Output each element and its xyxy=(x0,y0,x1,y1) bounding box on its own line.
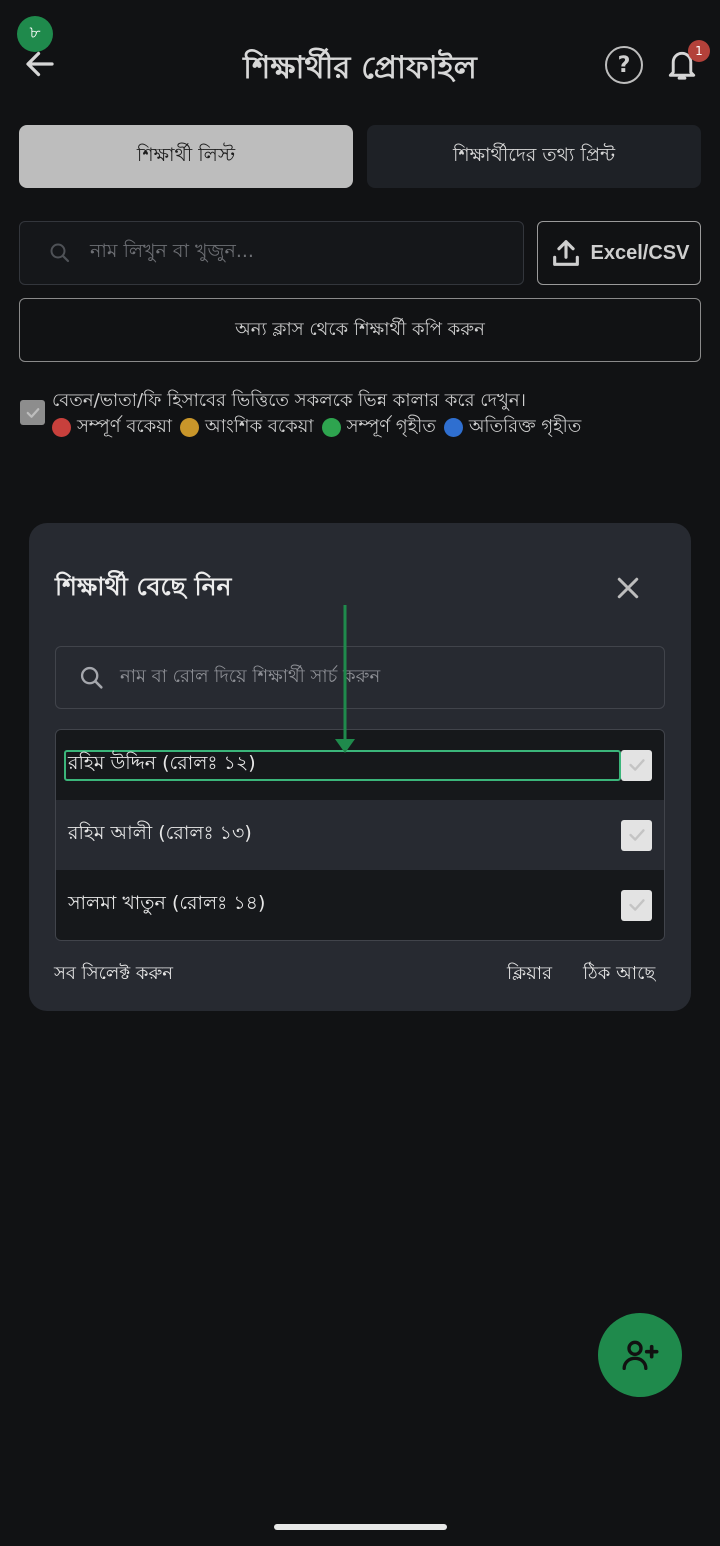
student-search-input[interactable]: নাম বা রোল দিয়ে শিক্ষার্থী সার্চ করুন xyxy=(55,646,665,709)
legend-label: অতিরিক্ত গৃহীত xyxy=(468,416,582,437)
student-name: সালমা খাতুন (রোলঃ ১৪) xyxy=(68,892,266,914)
green-dot-icon xyxy=(321,418,341,437)
ok-button[interactable]: ঠিক আছে xyxy=(583,959,655,990)
student-list: রহিম উদ্দিন (রোলঃ ১২) রহিম আলী (রোলঃ ১৩)… xyxy=(55,729,665,941)
student-name: রহিম আলী (রোলঃ ১৩) xyxy=(68,822,252,844)
upload-icon xyxy=(552,240,579,266)
check-icon xyxy=(26,407,39,418)
person-add-icon xyxy=(622,1340,659,1370)
legend-label: সম্পূর্ণ বকেয়া xyxy=(77,416,173,437)
student-checkbox[interactable] xyxy=(621,819,652,851)
tab-print-info[interactable]: শিক্ষার্থীদের তথ্য প্রিন্ট xyxy=(367,125,701,188)
close-button[interactable] xyxy=(613,573,643,603)
list-item[interactable]: রহিম উদ্দিন (রোলঃ ১২) xyxy=(56,730,664,800)
legend-label: আংশিক বকেয়া xyxy=(205,416,314,437)
yellow-dot-icon xyxy=(180,418,200,437)
select-student-dialog: শিক্ষার্থী বেছে নিন নাম বা রোল দিয়ে শিক… xyxy=(29,523,691,1011)
legend-item-extra-received: অতিরিক্ত গৃহীত xyxy=(443,412,582,443)
check-icon xyxy=(628,829,645,841)
copy-from-class-button[interactable]: অন্য ক্লাস থেকে শিক্ষার্থী কপি করুন xyxy=(19,298,701,362)
tab-student-list[interactable]: শিক্ষার্থী লিস্ট xyxy=(19,125,353,188)
upload-label: Excel/CSV xyxy=(590,241,690,264)
legend-item-full-received: সম্পূর্ণ গৃহীত xyxy=(321,412,436,443)
notification-badge: 1 xyxy=(688,40,710,62)
legend-item-partial-due: আংশিক বকেয়া xyxy=(180,412,314,443)
dialog-title: শিক্ষার্থী বেছে নিন xyxy=(55,572,232,601)
clear-button[interactable]: ক্লিয়ার xyxy=(507,959,552,990)
legend-item-full-due: সম্পূর্ণ বকেয়া xyxy=(52,412,172,443)
check-icon xyxy=(628,899,645,911)
select-all-button[interactable]: সব সিলেক্ট করুন xyxy=(54,959,173,990)
check-icon xyxy=(628,759,645,771)
help-button[interactable]: ? xyxy=(605,46,643,84)
add-student-button[interactable] xyxy=(598,1313,682,1397)
search-icon xyxy=(50,243,70,263)
legend-label: সম্পূর্ণ গৃহীত xyxy=(346,416,436,437)
list-item[interactable]: সালমা খাতুন (রোলঃ ১৪) xyxy=(56,870,664,940)
student-checkbox[interactable] xyxy=(621,889,652,921)
close-icon xyxy=(617,577,639,599)
student-checkbox[interactable] xyxy=(621,749,652,781)
upload-excel-button[interactable]: Excel/CSV xyxy=(537,221,701,285)
search-input[interactable]: নাম লিখুন বা খুজুন... xyxy=(19,221,524,285)
blue-dot-icon xyxy=(443,418,463,437)
list-item[interactable]: রহিম আলী (রোলঃ ১৩) xyxy=(56,800,664,870)
home-indicator[interactable] xyxy=(274,1524,447,1530)
screen: ৮ শিক্ষার্থীর প্রোফাইল ? 1 শিক্ষার্থী লি… xyxy=(0,0,720,1546)
search-icon xyxy=(80,666,103,689)
arrow-left-icon xyxy=(26,51,54,77)
back-button[interactable] xyxy=(22,46,58,82)
color-mode-checkbox[interactable] xyxy=(20,400,45,425)
color-legend: সম্পূর্ণ বকেয়া আংশিক বকেয়া সম্পূর্ণ গৃ… xyxy=(52,412,589,443)
red-dot-icon xyxy=(52,418,71,437)
arrow-down-icon xyxy=(335,605,355,753)
search-placeholder: নাম লিখুন বা খুজুন... xyxy=(90,240,254,262)
